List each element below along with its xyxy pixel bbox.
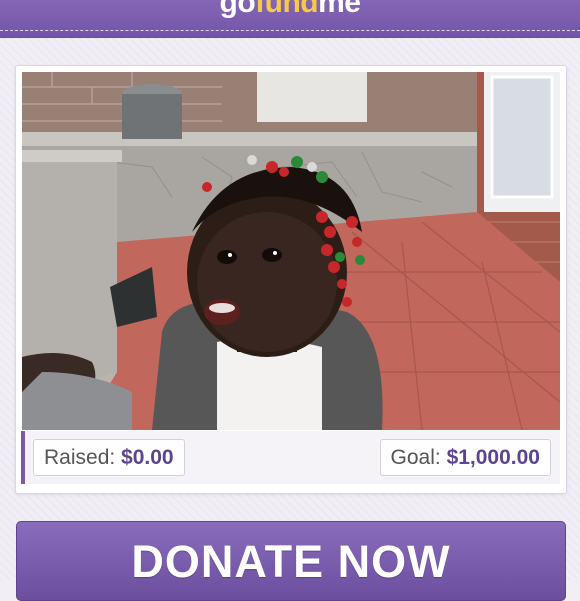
campaign-photo-illustration xyxy=(22,72,560,430)
funding-stats-bar: Raised: $0.00 Goal: $1,000.00 xyxy=(21,431,560,484)
goal-value: $1,000.00 xyxy=(446,446,540,469)
raised-value: $0.00 xyxy=(121,446,174,469)
raised-amount-box: Raised: $0.00 xyxy=(33,439,185,476)
campaign-photo[interactable] xyxy=(22,72,560,430)
donate-now-button[interactable]: DONATE NOW xyxy=(16,521,566,601)
header-stitch-divider xyxy=(0,30,580,31)
goal-amount-box: Goal: $1,000.00 xyxy=(379,439,551,476)
goal-label: Goal: xyxy=(390,446,441,469)
site-header: gofundme xyxy=(0,0,580,38)
gofundme-logo[interactable]: gofundme xyxy=(0,0,580,20)
raised-label: Raised: xyxy=(44,446,116,469)
